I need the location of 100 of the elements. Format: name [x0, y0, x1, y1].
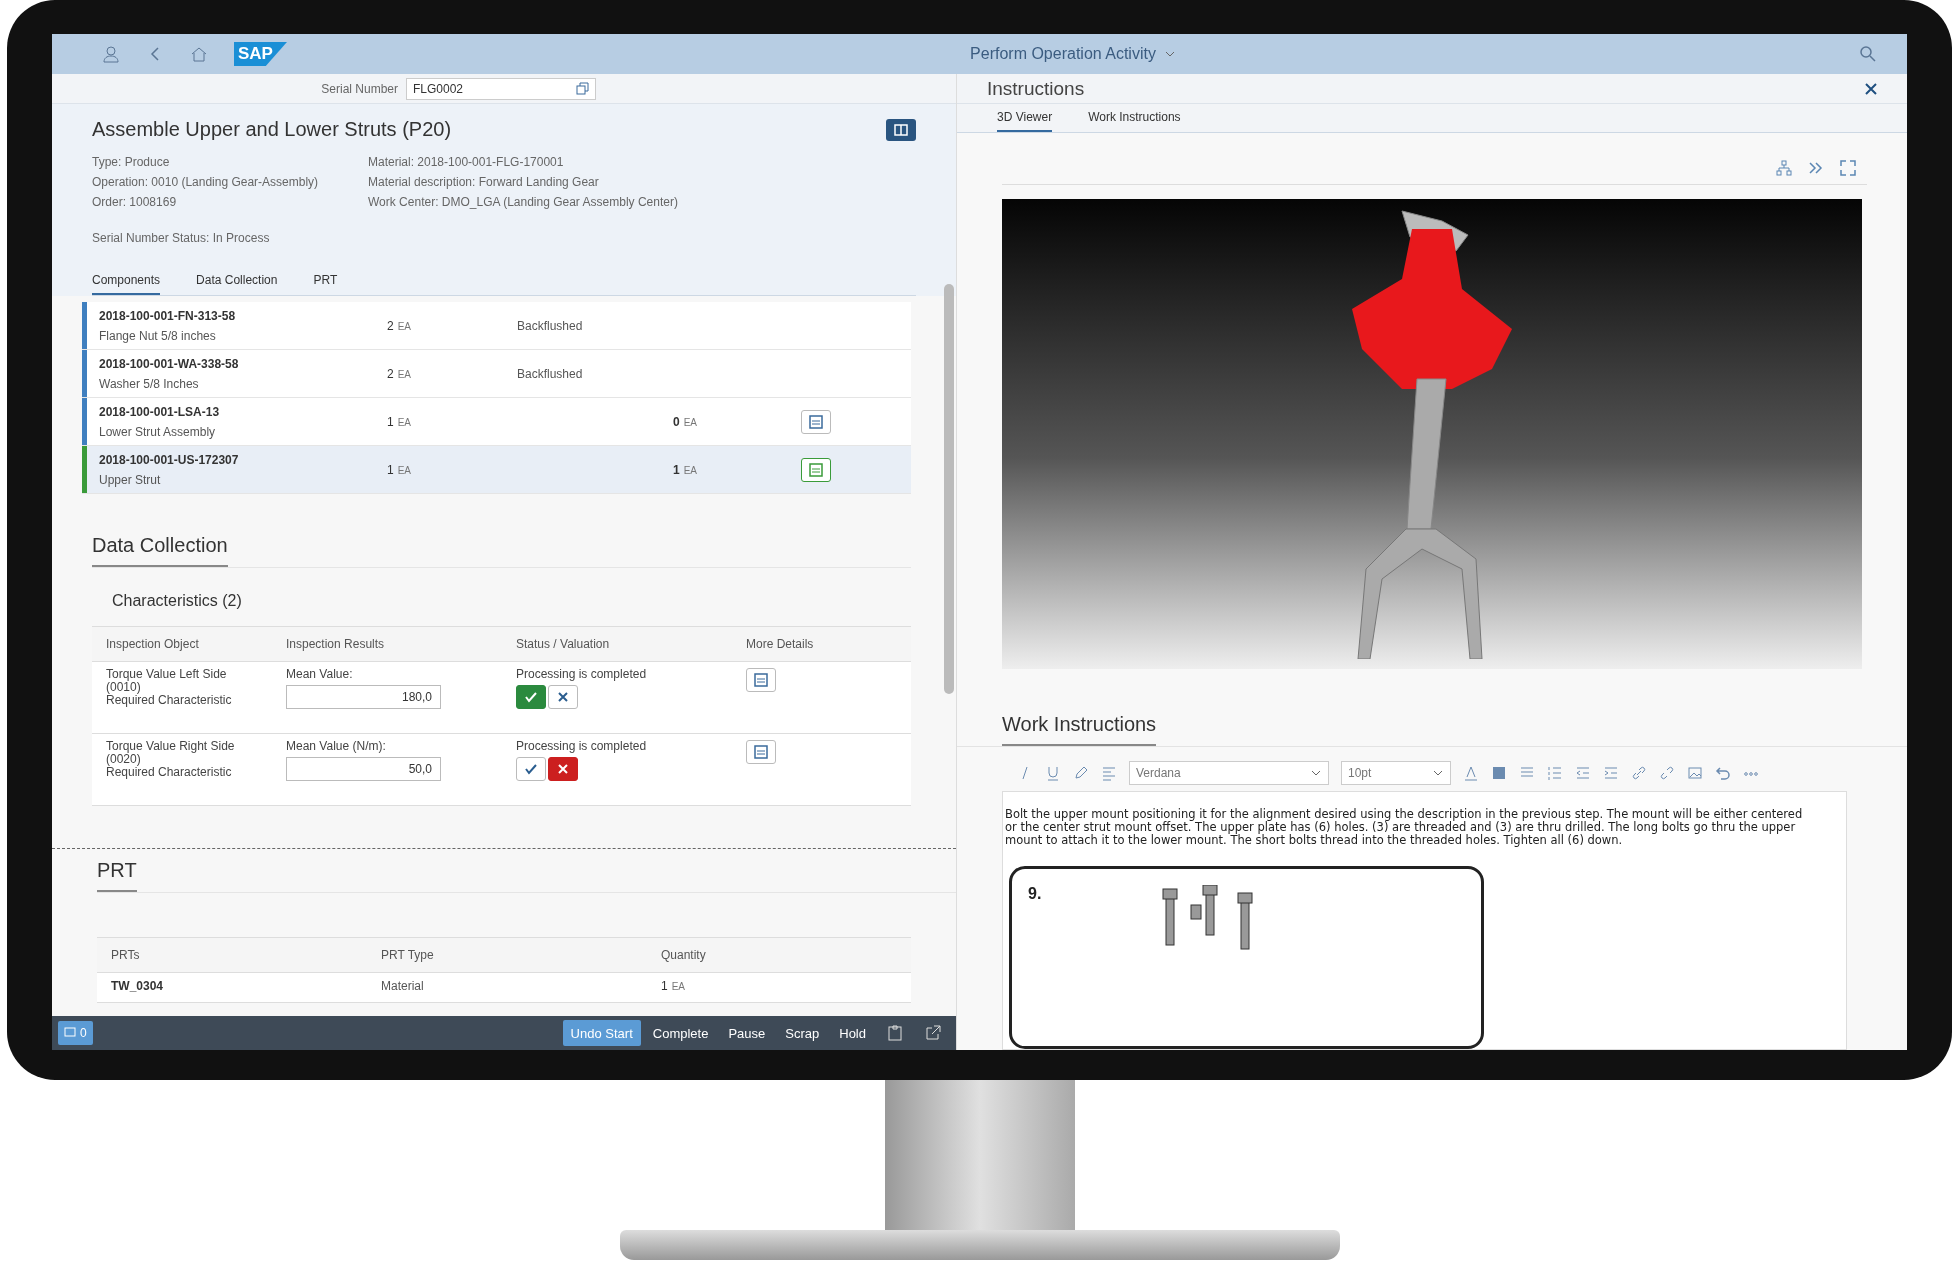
- result-label: Mean Value:: [286, 668, 354, 682]
- header-attribute: Order: 1008169: [92, 195, 178, 209]
- inspection-object: Torque Value Left Side (0010) Required Characteristic: [106, 668, 233, 708]
- action-button[interactable]: Pause: [720, 1020, 774, 1046]
- message-icon: [64, 1027, 76, 1039]
- value-help-icon[interactable]: [576, 82, 589, 95]
- close-icon: [1865, 82, 1877, 95]
- header-attribute: Work Center: DMO_LGA (Landing Gear Assembly Center): [368, 195, 679, 209]
- result-input[interactable]: 50,0: [286, 757, 441, 782]
- inspection-object: Torque Value Right Side (0020) Required Characteristic: [106, 740, 236, 780]
- prt-id: TW_0304: [111, 979, 165, 993]
- serial-status: Serial Number Status: In Process: [92, 231, 271, 245]
- document-icon: [753, 672, 769, 688]
- quantity: 2 EA: [387, 318, 413, 333]
- component-row[interactable]: 2018-100-001-FN-313-58 Flange Nut 5/8 inches 2 EA Backflushed: [82, 302, 911, 350]
- action-button[interactable]: Complete: [644, 1020, 717, 1046]
- section-tab[interactable]: PRT: [313, 267, 338, 295]
- indent-icon[interactable]: [1603, 765, 1619, 781]
- action-button[interactable]: Hold: [831, 1020, 874, 1046]
- header-attribute: Material: 2018-100-001-FLG-170001: [368, 155, 565, 169]
- component-id: 2018-100-001-FN-313-58: [99, 308, 237, 323]
- assemble-button[interactable]: [801, 409, 831, 434]
- operation-title: Assemble Upper and Lower Struts (P20): [92, 118, 452, 141]
- column-header: PRTs: [97, 937, 367, 973]
- processing-status: Processing is completed: [516, 668, 648, 682]
- column-header: More Details: [732, 626, 911, 662]
- pencil-icon[interactable]: [1073, 765, 1089, 781]
- hierarchy-icon[interactable]: [1775, 158, 1793, 177]
- undo-icon[interactable]: [1715, 765, 1731, 781]
- search-icon[interactable]: [1859, 45, 1877, 63]
- user-icon[interactable]: [102, 45, 120, 63]
- columns-icon: [894, 123, 908, 136]
- 3d-viewer[interactable]: [1002, 199, 1862, 669]
- image-icon[interactable]: [1687, 765, 1703, 781]
- home-icon[interactable]: [190, 45, 208, 63]
- column-header: PRT Type: [367, 937, 647, 973]
- prt-quantity: 1 EA: [661, 979, 687, 993]
- serial-field[interactable]: FLG0002: [406, 77, 596, 100]
- scrollbar[interactable]: [944, 284, 954, 694]
- side-panel-button[interactable]: [886, 118, 916, 141]
- check-icon: [524, 762, 538, 777]
- document-icon: [753, 744, 769, 760]
- component-status: Backflushed: [517, 366, 584, 381]
- reject-button[interactable]: [548, 757, 578, 782]
- text-color-icon[interactable]: [1463, 765, 1479, 781]
- reject-button[interactable]: [548, 685, 578, 710]
- fill-color-icon[interactable]: [1491, 765, 1507, 781]
- rich-text-editor[interactable]: [1002, 791, 1847, 1050]
- details-button[interactable]: [746, 668, 776, 692]
- outdent-icon[interactable]: [1575, 765, 1591, 781]
- component-row[interactable]: 2018-100-001-WA-338-58 Washer 5/8 Inches 2 EA Backflushed: [82, 350, 911, 398]
- quantity: 1 EA: [387, 462, 413, 477]
- instruction-text: Bolt the upper mount positioning it for the alignment desired using the description in the previous step. The mount will be either centered or the center strut mount offset. The upper plate has (6) holes. (3) are threaded and (3) are thru drilled. The long bolts go thru the upper mount to attach it to the lower mount. The short bolts thread into the threaded holes. Tighten all (6) down.: [1005, 808, 1804, 848]
- accept-button[interactable]: [516, 685, 546, 710]
- font-family-select[interactable]: Verdana: [1129, 761, 1329, 785]
- app-title[interactable]: Perform Operation Activity: [970, 45, 1156, 63]
- numbered-list-icon[interactable]: [1547, 765, 1563, 781]
- clipboard-icon[interactable]: [886, 1024, 904, 1042]
- component-name: Washer 5/8 Inches: [99, 376, 200, 391]
- unlink-icon[interactable]: [1659, 765, 1675, 781]
- close-button[interactable]: [1865, 82, 1877, 95]
- section-tab[interactable]: Components: [92, 267, 161, 295]
- underline-icon[interactable]: [1045, 765, 1061, 781]
- result-input[interactable]: 180,0: [286, 685, 441, 710]
- action-button[interactable]: Scrap: [777, 1020, 828, 1046]
- result-label: Mean Value (N/m):: [286, 740, 387, 754]
- component-id: 2018-100-001-US-172307: [99, 452, 240, 467]
- font-size-select[interactable]: 10pt: [1341, 761, 1451, 785]
- panel-tab[interactable]: 3D Viewer: [997, 104, 1053, 132]
- accept-button[interactable]: [516, 757, 546, 782]
- consumed-quantity: 1 EA: [671, 462, 697, 477]
- table-title: Characteristics (2): [112, 592, 243, 610]
- quantity: 2 EA: [387, 366, 413, 381]
- component-id: 2018-100-001-WA-338-58: [99, 356, 240, 371]
- panel-tab[interactable]: Work Instructions: [1088, 104, 1181, 132]
- column-header: Status / Valuation: [502, 626, 732, 662]
- document-icon: [808, 461, 824, 478]
- logo[interactable]: SAP: [234, 42, 287, 66]
- component-status: Backflushed: [517, 318, 584, 333]
- component-name: Flange Nut 5/8 inches: [99, 328, 217, 343]
- column-header: Quantity: [647, 937, 911, 973]
- section-title: Data Collection: [92, 534, 228, 567]
- column-header: Inspection Results: [272, 626, 502, 662]
- share-icon[interactable]: [924, 1024, 942, 1042]
- section-tab[interactable]: Data Collection: [196, 267, 278, 295]
- section-title: PRT: [97, 859, 137, 892]
- component-id: 2018-100-001-LSA-13: [99, 404, 221, 419]
- step-number: 9.: [1028, 884, 1042, 904]
- section-title: Work Instructions: [1002, 713, 1157, 746]
- component-row[interactable]: 2018-100-001-LSA-13 Lower Strut Assembly 1 EA 0 EA: [82, 398, 911, 446]
- align-icon[interactable]: [1101, 765, 1117, 781]
- link-icon[interactable]: [1631, 765, 1647, 781]
- details-button[interactable]: [746, 740, 776, 764]
- check-icon: [524, 690, 538, 705]
- fullscreen-icon[interactable]: [1839, 158, 1857, 177]
- prt-type: Material: [381, 979, 425, 993]
- component-row[interactable]: 2018-100-001-US-172307 Upper Strut 1 EA 1 EA: [82, 446, 911, 494]
- component-name: Lower Strut Assembly: [99, 424, 217, 439]
- assemble-button[interactable]: [801, 457, 831, 482]
- header-attribute: Material description: Forward Landing Gear: [368, 175, 600, 189]
